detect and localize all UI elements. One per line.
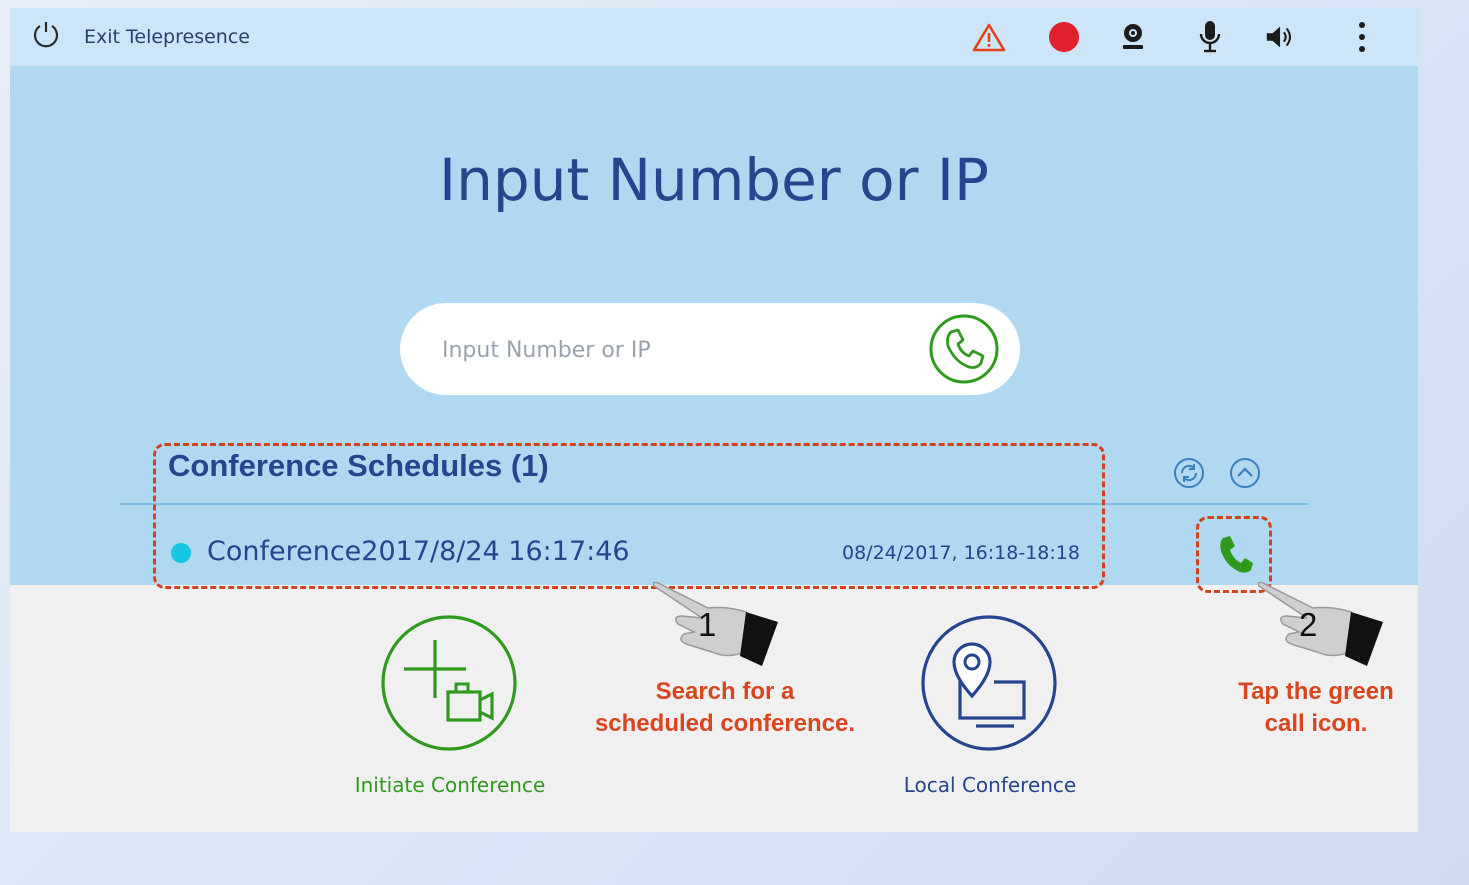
chevron-up-icon: [1230, 458, 1260, 488]
exit-telepresence-label: Exit Telepresence: [84, 26, 250, 48]
step1-line1: Search for a: [655, 678, 795, 705]
step2-line2: call icon.: [1264, 710, 1368, 737]
warning-icon[interactable]: [972, 20, 1006, 54]
pointing-hand-icon: [1255, 578, 1390, 675]
location-monitor-icon: [921, 615, 1057, 751]
step1-number: 1: [698, 606, 717, 643]
record-icon[interactable]: [1047, 20, 1081, 54]
initiate-conference-label[interactable]: Initiate Conference: [280, 773, 620, 797]
video-add-icon: [381, 615, 517, 751]
page-title: Input Number or IP: [439, 146, 989, 214]
camera-icon[interactable]: [1116, 20, 1150, 54]
top-bar: Exit Telepresence: [10, 8, 1418, 66]
step1-highlight-box: [153, 443, 1105, 589]
step1-instruction: Search for a scheduled conference.: [570, 676, 880, 740]
refresh-icon: [1174, 458, 1204, 488]
local-conference-label[interactable]: Local Conference: [820, 773, 1160, 797]
dial-call-button[interactable]: [928, 313, 1000, 385]
exit-telepresence-button[interactable]: Exit Telepresence: [30, 20, 250, 54]
number-search-box: [400, 303, 1020, 395]
step2-instruction: Tap the green call icon.: [1206, 676, 1426, 740]
more-vertical-icon[interactable]: [1345, 20, 1379, 54]
number-or-ip-input[interactable]: [440, 329, 914, 371]
pointing-hand-icon: [650, 578, 785, 675]
local-conference-button[interactable]: [920, 614, 1058, 752]
refresh-button[interactable]: [1172, 456, 1206, 490]
microphone-icon[interactable]: [1193, 20, 1227, 54]
collapse-button[interactable]: [1228, 456, 1262, 490]
phone-icon: [929, 314, 999, 384]
initiate-conference-button[interactable]: [380, 614, 518, 752]
step1-line2: scheduled conference.: [594, 710, 856, 737]
speaker-icon[interactable]: [1264, 20, 1298, 54]
step2-number: 2: [1299, 606, 1318, 643]
step2-line1: Tap the green: [1238, 678, 1394, 705]
power-icon: [30, 19, 62, 56]
